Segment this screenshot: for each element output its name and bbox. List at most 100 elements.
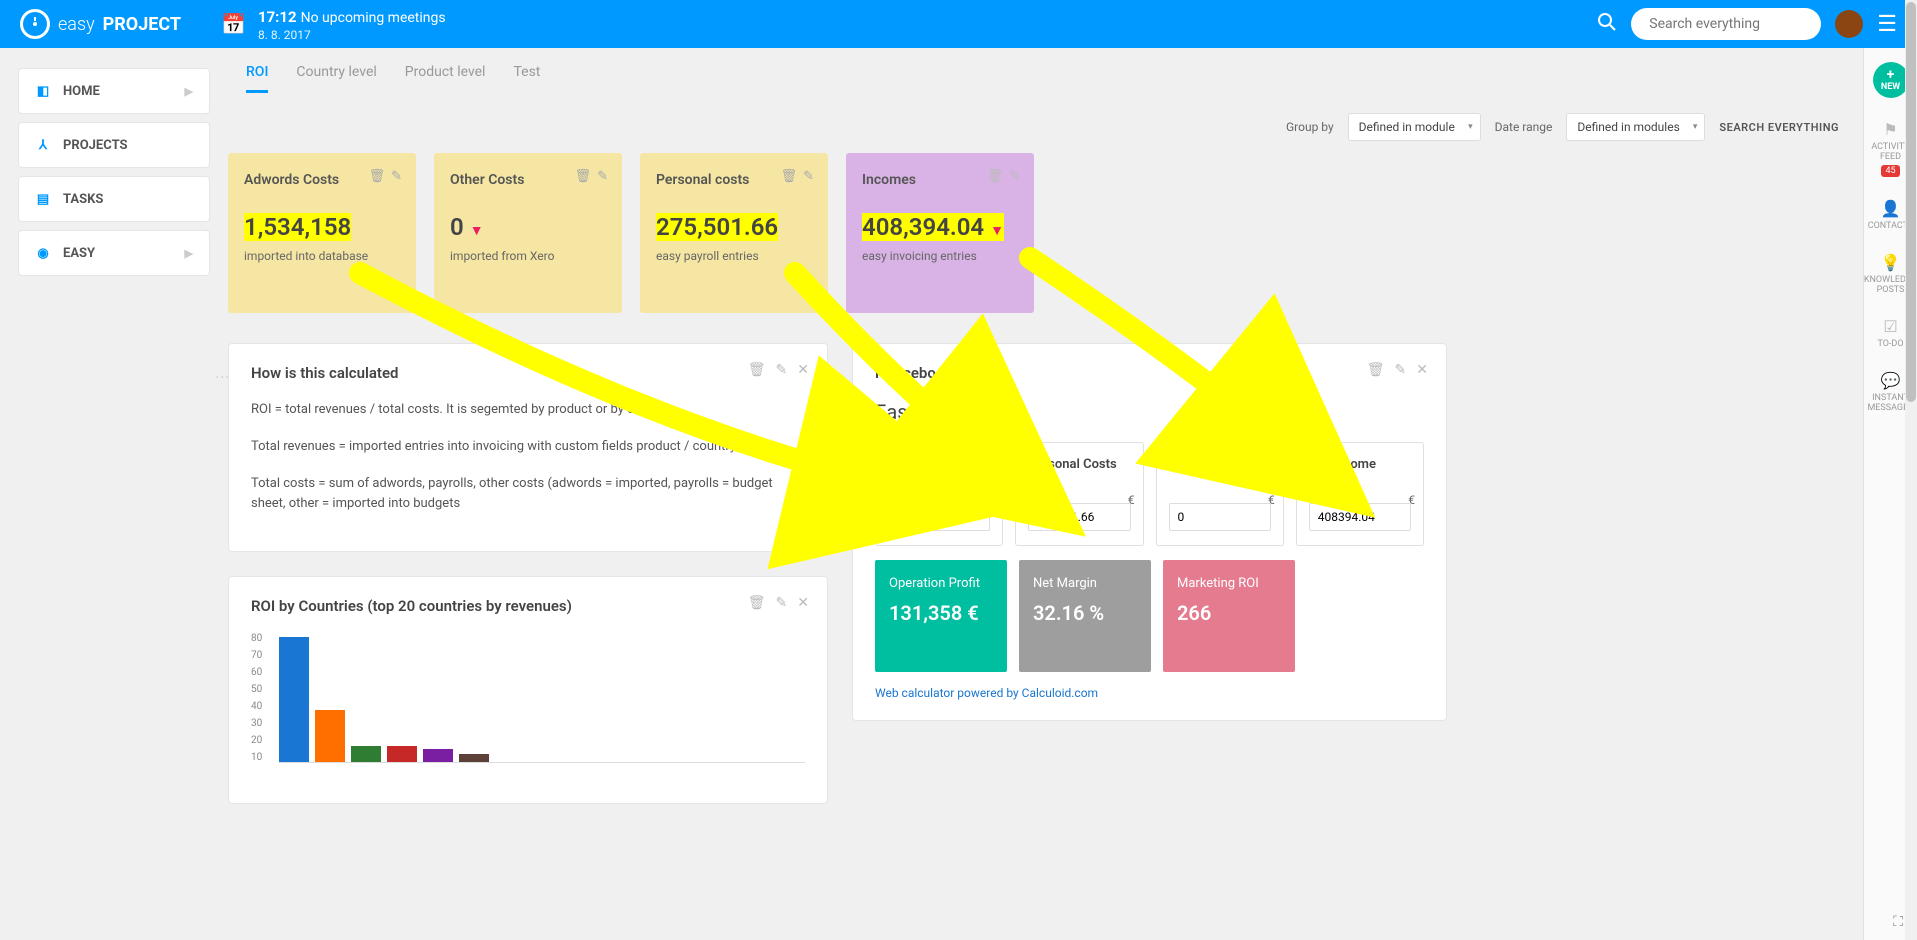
kpi-card[interactable]: 🗑✎ Other Costs 0▼ imported from Xero [434, 153, 622, 313]
bi-result: Operation Profit131,358 € [875, 560, 1007, 672]
trash-icon[interactable]: 🗑 [748, 595, 766, 611]
tabs: ROI Country level Product level Test [228, 58, 1857, 93]
pencil-icon[interactable]: ✎ [776, 595, 788, 611]
pencil-icon[interactable]: ✎ [391, 169, 402, 184]
card-value: 275,501.66 [656, 213, 778, 241]
bi-input-box: Personal Costs € [1015, 442, 1143, 546]
search-icon[interactable] [1597, 12, 1617, 37]
pencil-icon[interactable]: ✎ [776, 362, 788, 378]
trash-icon[interactable]: 🗑 [369, 169, 386, 184]
sidebar-item-label: HOME [63, 84, 100, 99]
header-time: 17:12 [258, 8, 297, 26]
bi-label: Other Expenses [1169, 457, 1271, 491]
menu-icon[interactable]: ☰ [1877, 12, 1897, 37]
bi-input-box: Adwords Costs € [875, 442, 1003, 546]
trend-down-icon: ▼ [470, 223, 484, 239]
bi-result: Marketing ROI266 [1163, 560, 1295, 672]
tab-test[interactable]: Test [513, 64, 540, 93]
projects-icon: ⅄ [35, 137, 51, 153]
trash-icon[interactable]: 🗑 [987, 169, 1004, 184]
new-button[interactable]: + NEW [1873, 62, 1909, 98]
result-label: Net Margin [1033, 576, 1137, 591]
noticeboard-title: Noticeboard [875, 364, 1424, 382]
logo-bold: PROJECT [103, 14, 181, 35]
logo[interactable]: easyPROJECT [20, 9, 181, 39]
rail-todo[interactable]: ☑ TO-DO [1877, 317, 1903, 349]
trash-icon[interactable]: 🗑 [748, 362, 766, 378]
bi-input[interactable] [888, 503, 990, 531]
roi-chart-panel: 🗑 ✎ ✕ ROI by Countries (top 20 countries… [228, 576, 828, 804]
noticeboard-subtitle: Easy BI [875, 400, 1424, 424]
card-subtitle: easy payroll entries [656, 249, 812, 263]
bi-input[interactable] [1028, 503, 1130, 531]
bi-input[interactable] [1309, 503, 1411, 531]
bi-result: Net Margin 32.16 % [1019, 560, 1151, 672]
card-value: 1,534,158 [244, 213, 351, 241]
chevron-right-icon: ▶ [185, 247, 193, 260]
calc-text: ROI = total revenues / total costs. It i… [251, 400, 805, 421]
currency-label: € [1128, 493, 1135, 507]
close-icon[interactable]: ✕ [797, 595, 809, 611]
card-value: 408,394.04▼ [862, 213, 1004, 241]
pencil-icon[interactable]: ✎ [1009, 169, 1020, 184]
tab-product-level[interactable]: Product level [405, 64, 486, 93]
sidebar-item-easy[interactable]: ◉ EASY ▶ [18, 230, 210, 276]
main-content: ROI Country level Product level Test Gro… [228, 58, 1857, 940]
tab-roi[interactable]: ROI [246, 64, 268, 93]
filter-bar: Group by Defined in module Date range De… [228, 93, 1857, 153]
groupby-select[interactable]: Defined in module [1348, 113, 1481, 141]
kpi-card[interactable]: 🗑✎ Incomes 408,394.04▼ easy invoicing en… [846, 153, 1034, 313]
header-meetings[interactable]: 📅 17:12 No upcoming meetings 8. 8. 2017 [221, 7, 446, 42]
header-date: 8. 8. 2017 [258, 28, 446, 42]
groupby-label: Group by [1286, 120, 1334, 134]
currency-label: € [988, 493, 995, 507]
chart-bar [423, 749, 453, 762]
expand-icon[interactable]: ⛶ [1893, 914, 1903, 930]
bulb-icon: 💡 [1881, 253, 1901, 272]
close-icon[interactable]: ✕ [797, 362, 809, 378]
person-icon: 👤 [1881, 199, 1901, 218]
sidebar-item-tasks[interactable]: ▤ TASKS [18, 176, 210, 222]
daterange-select[interactable]: Defined in modules [1566, 113, 1705, 141]
search-everything-link[interactable]: SEARCH EVERYTHING [1719, 121, 1839, 134]
currency-label: € [1268, 493, 1275, 507]
pencil-icon[interactable]: ✎ [803, 169, 814, 184]
bi-label: Adwords Costs [888, 457, 990, 491]
search-input[interactable] [1631, 8, 1821, 40]
trash-icon[interactable]: 🗑 [1367, 362, 1385, 378]
avatar[interactable] [1835, 10, 1863, 38]
roi-chart-title: ROI by Countries (top 20 countries by re… [251, 597, 805, 615]
pencil-icon[interactable]: ✎ [597, 169, 608, 184]
tasks-icon: ▤ [35, 191, 51, 207]
bi-label: Net Income [1309, 457, 1411, 491]
sidebar-item-label: PROJECTS [63, 138, 128, 153]
pencil-icon[interactable]: ✎ [1395, 362, 1407, 378]
tab-country-level[interactable]: Country level [296, 64, 376, 93]
kpi-card[interactable]: 🗑✎ Adwords Costs 1,534,158 imported into… [228, 153, 416, 313]
scrollbar[interactable] [1905, 0, 1917, 940]
calc-panel: 🗑 ✎ ✕ How is this calculated ROI = total… [228, 343, 828, 552]
scroll-thumb[interactable] [1906, 2, 1916, 402]
meeting-text: No upcoming meetings [301, 10, 446, 26]
activity-badge: 45 [1881, 165, 1899, 177]
chevron-right-icon: ▶ [185, 85, 193, 98]
noticeboard-footer[interactable]: Web calculator powered by Calculoid.com [875, 686, 1424, 700]
chart-bar [459, 754, 489, 762]
result-value: 32.16 % [1033, 601, 1137, 625]
result-label: Operation Profit [889, 576, 993, 591]
sidebar-item-home[interactable]: ◧ HOME ▶ [18, 68, 210, 114]
check-icon: ☑ [1883, 317, 1897, 336]
card-subtitle: imported from Xero [450, 249, 606, 263]
chart-bar [351, 746, 381, 762]
kpi-card[interactable]: 🗑✎ Personal costs 275,501.66 easy payrol… [640, 153, 828, 313]
trash-icon[interactable]: 🗑 [781, 169, 798, 184]
sidebar-item-projects[interactable]: ⅄ PROJECTS [18, 122, 210, 168]
trash-icon[interactable]: 🗑 [575, 169, 592, 184]
logo-icon [20, 9, 50, 39]
close-icon[interactable]: ✕ [1416, 362, 1428, 378]
card-subtitle: easy invoicing entries [862, 249, 1018, 263]
bi-input-box: Net Income € [1296, 442, 1424, 546]
calc-title: How is this calculated [251, 364, 805, 382]
plus-icon: + [1887, 68, 1895, 82]
bi-input[interactable] [1169, 503, 1271, 531]
